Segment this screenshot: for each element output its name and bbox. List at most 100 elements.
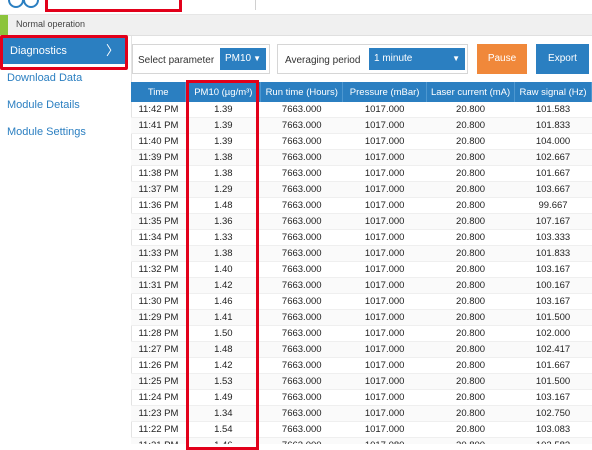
table-cell: 101.500: [514, 309, 592, 326]
table-cell: 20.800: [426, 357, 515, 374]
table-cell: 20.800: [426, 309, 515, 326]
table-cell: 20.800: [426, 261, 515, 278]
status-text: Normal operation: [16, 19, 86, 29]
table-cell: 7663.000: [260, 389, 343, 406]
table-cell: 103.667: [514, 181, 592, 198]
table-cell: 7663.000: [260, 341, 343, 358]
table-cell: 7663.000: [260, 102, 343, 118]
table-cell: 7663.000: [260, 229, 343, 246]
table-cell: 7663.000: [260, 261, 343, 278]
table-cell: 1017.000: [342, 149, 427, 166]
table-cell: 101.833: [514, 117, 592, 134]
table-cell: 20.800: [426, 277, 515, 294]
table-cell: 102.417: [514, 341, 592, 358]
table-cell: 1017.000: [342, 102, 427, 118]
table-cell: 7663.000: [260, 149, 343, 166]
table-cell: 104.000: [514, 133, 592, 150]
table-cell: 107.167: [514, 213, 592, 230]
averaging-select[interactable]: 1 minute ▼: [369, 48, 465, 70]
table-cell: 103.333: [514, 229, 592, 246]
table-cell: 102.000: [514, 325, 592, 342]
table-cell: 11:40 PM: [131, 133, 186, 150]
table-cell: 7663.000: [260, 373, 343, 390]
table-cell: 20.800: [426, 117, 515, 134]
parameter-select-value: PM10: [225, 53, 252, 64]
table-cell: 1017.000: [342, 325, 427, 342]
table-cell: 7663.000: [260, 437, 343, 444]
table-cell: 1017.000: [342, 117, 427, 134]
table-cell: 1017.000: [342, 213, 427, 230]
toolbar: Select parameter PM10 ▼ Averaging period…: [131, 36, 592, 82]
table-cell: 1017.000: [342, 197, 427, 214]
table-cell: 101.583: [514, 102, 592, 118]
sidebar-item-label: Download Data: [7, 72, 83, 84]
table-cell: 1017.000: [342, 245, 427, 262]
table-cell: 11:35 PM: [131, 213, 186, 230]
column-header-laser-current[interactable]: Laser current (mA): [426, 82, 516, 102]
table-cell: 20.800: [426, 421, 515, 438]
table-cell: 7663.000: [260, 197, 343, 214]
top-divider: [255, 0, 256, 10]
table-cell: 20.800: [426, 181, 515, 198]
column-header-run-time[interactable]: Run time (Hours): [260, 82, 344, 102]
table-cell: 20.800: [426, 245, 515, 262]
column-header-pressure[interactable]: Pressure (mBar): [342, 82, 428, 102]
table-cell: 1017.000: [342, 181, 427, 198]
table-cell: 102.583: [514, 437, 592, 444]
table-cell: 7663.000: [260, 405, 343, 422]
table-cell: 1017.000: [342, 293, 427, 310]
table-cell: 11:41 PM: [131, 117, 186, 134]
table-cell: 11:34 PM: [131, 229, 186, 246]
table-cell: 11:21 PM: [131, 437, 186, 444]
table-cell: 20.800: [426, 149, 515, 166]
table-cell: 101.667: [514, 165, 592, 182]
table-cell: 20.800: [426, 389, 515, 406]
app-logo-icon: [8, 0, 39, 8]
table-cell: 11:30 PM: [131, 293, 186, 310]
pause-button[interactable]: Pause: [477, 44, 527, 74]
table-cell: 1017.000: [342, 341, 427, 358]
table-cell: 11:22 PM: [131, 421, 186, 438]
parameter-label: Select parameter: [138, 55, 215, 66]
annotation-highlight-diagnostics: [0, 35, 128, 70]
table-cell: 1017.080: [342, 437, 427, 444]
table-cell: 1017.000: [342, 373, 427, 390]
table-cell: 20.800: [426, 197, 515, 214]
column-header-time[interactable]: Time: [131, 82, 187, 102]
table-cell: 20.800: [426, 373, 515, 390]
sidebar-item-label: Module Settings: [7, 126, 86, 138]
table-cell: 103.167: [514, 261, 592, 278]
table-cell: 7663.000: [260, 181, 343, 198]
table-cell: 11:31 PM: [131, 277, 186, 294]
sidebar-item-module-details[interactable]: Module Details: [0, 92, 128, 118]
table-cell: 11:37 PM: [131, 181, 186, 198]
table-cell: 1017.000: [342, 229, 427, 246]
table-cell: 99.667: [514, 197, 592, 214]
table-cell: 7663.000: [260, 213, 343, 230]
table-cell: 11:24 PM: [131, 389, 186, 406]
table-cell: 20.800: [426, 229, 515, 246]
sidebar-item-module-settings[interactable]: Module Settings: [0, 119, 128, 145]
export-button[interactable]: Export: [536, 44, 589, 74]
table-cell: 7663.000: [260, 165, 343, 182]
status-bar: Normal operation: [0, 15, 592, 36]
chevron-down-icon: ▼: [452, 54, 460, 63]
table-cell: 1017.000: [342, 309, 427, 326]
table-cell: 101.667: [514, 357, 592, 374]
table-cell: 20.800: [426, 405, 515, 422]
table-cell: 11:27 PM: [131, 341, 186, 358]
averaging-select-value: 1 minute: [374, 53, 413, 64]
table-cell: 20.800: [426, 293, 515, 310]
table-cell: 11:36 PM: [131, 197, 186, 214]
annotation-highlight-top: [45, 0, 182, 12]
annotation-highlight-pm10-column: [186, 80, 259, 450]
parameter-select[interactable]: PM10 ▼: [220, 48, 266, 70]
column-header-raw-signal[interactable]: Raw signal (Hz): [514, 82, 592, 102]
table-cell: 1017.000: [342, 165, 427, 182]
sidebar-item-label: Module Details: [7, 99, 80, 111]
table-cell: 1017.000: [342, 389, 427, 406]
table-cell: 11:25 PM: [131, 373, 186, 390]
table-cell: 7663.000: [260, 325, 343, 342]
table-cell: 20.800: [426, 102, 515, 118]
table-cell: 103.167: [514, 389, 592, 406]
